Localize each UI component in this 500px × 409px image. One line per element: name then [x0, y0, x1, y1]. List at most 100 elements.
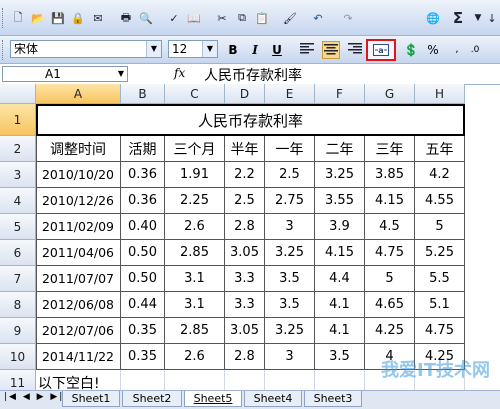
data-cell[interactable]: 4.15 [315, 240, 365, 266]
data-cell[interactable]: 1.91 [165, 162, 225, 188]
data-cell[interactable]: 2.5 [225, 188, 265, 214]
row-header-8[interactable]: 8 [0, 292, 36, 318]
autosum-icon[interactable]: Σ [450, 9, 466, 27]
data-cell[interactable]: 3 [265, 344, 315, 370]
column-header-e[interactable]: E [265, 84, 315, 104]
open-icon[interactable]: 📂 [30, 10, 46, 26]
data-cell[interactable]: 2010/12/26 [36, 188, 121, 214]
data-cell[interactable]: 5.25 [415, 240, 465, 266]
increase-decimal-icon[interactable]: .0 [466, 41, 484, 59]
data-cell[interactable]: 3.5 [265, 266, 315, 292]
header-cell[interactable]: 三年 [365, 136, 415, 162]
merged-title-cell[interactable]: 人民币存款利率 [36, 104, 465, 136]
data-cell[interactable]: 3.05 [225, 318, 265, 344]
data-cell[interactable]: 2011/02/09 [36, 214, 121, 240]
data-cell[interactable]: 5 [365, 266, 415, 292]
data-cell[interactable]: 2.2 [225, 162, 265, 188]
permission-icon[interactable]: 🔒 [70, 10, 86, 26]
column-header-f[interactable]: F [315, 84, 365, 104]
column-header-g[interactable]: G [365, 84, 415, 104]
data-cell[interactable]: 5.1 [415, 292, 465, 318]
toolbar-grip[interactable] [2, 8, 6, 28]
data-cell[interactable]: 2012/06/08 [36, 292, 121, 318]
data-cell[interactable]: 2.85 [165, 318, 225, 344]
header-cell[interactable]: 活期 [121, 136, 165, 162]
data-cell[interactable]: 2.75 [265, 188, 315, 214]
data-cell[interactable]: 4.65 [365, 292, 415, 318]
print-icon[interactable]: 🖶 [118, 10, 134, 26]
data-cell[interactable]: 4.5 [365, 214, 415, 240]
tab-sheet2[interactable]: Sheet2 [122, 391, 182, 407]
copy-icon[interactable]: ⧉ [234, 10, 250, 26]
font-size-select[interactable]: 12 ▼ [168, 40, 218, 58]
tab-sheet5[interactable]: Sheet5 [184, 391, 242, 407]
data-cell[interactable]: 2012/07/06 [36, 318, 121, 344]
undo-icon[interactable]: ↶ [310, 10, 326, 26]
data-cell[interactable]: 2010/10/20 [36, 162, 121, 188]
data-cell[interactable]: 4.55 [415, 188, 465, 214]
data-cell[interactable]: 2.8 [225, 344, 265, 370]
row-header-7[interactable]: 7 [0, 266, 36, 292]
column-header-a[interactable]: A [36, 84, 121, 104]
row-header-5[interactable]: 5 [0, 214, 36, 240]
data-cell[interactable]: 0.36 [121, 188, 165, 214]
tab-scroll-arrows-icon[interactable]: |◀ ◀ ▶ ▶| [4, 392, 64, 402]
data-cell[interactable]: 2.6 [165, 344, 225, 370]
bold-button[interactable]: B [224, 41, 242, 59]
tab-sheet3[interactable]: Sheet3 [304, 391, 362, 407]
row-header-1[interactable]: 1 [0, 104, 36, 136]
data-cell[interactable]: 4.25 [365, 318, 415, 344]
row-header-10[interactable]: 10 [0, 344, 36, 370]
row-header-9[interactable]: 9 [0, 318, 36, 344]
data-cell[interactable]: 3.3 [225, 266, 265, 292]
data-cell[interactable]: 0.40 [121, 214, 165, 240]
save-icon[interactable]: 💾 [50, 10, 66, 26]
data-cell[interactable]: 4.75 [365, 240, 415, 266]
data-cell[interactable]: 4.1 [315, 292, 365, 318]
header-cell[interactable]: 五年 [415, 136, 465, 162]
print-preview-icon[interactable]: 🔍 [138, 10, 154, 26]
row-header-3[interactable]: 3 [0, 162, 36, 188]
data-cell[interactable]: 4.15 [365, 188, 415, 214]
row-header-4[interactable]: 4 [0, 188, 36, 214]
data-cell[interactable]: 2.25 [165, 188, 225, 214]
data-cell[interactable]: 3.05 [225, 240, 265, 266]
header-cell[interactable]: 半年 [225, 136, 265, 162]
data-cell[interactable]: 3.55 [315, 188, 365, 214]
sort-ascending-icon[interactable]: ↓ [484, 10, 500, 26]
chevron-down-icon[interactable]: ▼ [118, 67, 124, 81]
data-cell[interactable]: 2014/11/22 [36, 344, 121, 370]
data-cell[interactable]: 2.5 [265, 162, 315, 188]
toolbar-grip[interactable] [2, 40, 6, 60]
data-cell[interactable]: 3.25 [265, 318, 315, 344]
data-cell[interactable]: 3 [265, 214, 315, 240]
row-header-6[interactable]: 6 [0, 240, 36, 266]
data-cell[interactable]: 3.85 [365, 162, 415, 188]
data-cell[interactable]: 0.35 [121, 344, 165, 370]
header-cell[interactable]: 一年 [265, 136, 315, 162]
chevron-down-icon[interactable]: ▼ [146, 41, 161, 57]
align-center-button[interactable] [322, 41, 340, 59]
redo-icon[interactable]: ↷ [340, 10, 356, 26]
column-header-h[interactable]: H [415, 84, 465, 104]
header-cell[interactable]: 三个月 [165, 136, 225, 162]
data-cell[interactable]: 4.1 [315, 318, 365, 344]
data-cell[interactable]: 2011/04/06 [36, 240, 121, 266]
comma-style-icon[interactable]: , [448, 41, 466, 59]
data-cell[interactable]: 3.9 [315, 214, 365, 240]
data-cell[interactable]: 3.5 [265, 292, 315, 318]
formula-input[interactable]: 人民币存款利率 [204, 65, 302, 85]
data-cell[interactable]: 0.35 [121, 318, 165, 344]
header-cell[interactable]: 二年 [315, 136, 365, 162]
data-cell[interactable]: 4.2 [415, 162, 465, 188]
data-cell[interactable]: 3.1 [165, 292, 225, 318]
tab-sheet4[interactable]: Sheet4 [244, 391, 302, 407]
cut-icon[interactable]: ✂ [214, 10, 230, 26]
row-header-2[interactable]: 2 [0, 136, 36, 162]
research-icon[interactable]: 📖 [186, 10, 202, 26]
email-icon[interactable]: ✉ [90, 10, 106, 26]
data-cell[interactable]: 0.36 [121, 162, 165, 188]
column-header-b[interactable]: B [121, 84, 165, 104]
data-cell[interactable]: 5.5 [415, 266, 465, 292]
underline-button[interactable]: U [268, 41, 286, 59]
